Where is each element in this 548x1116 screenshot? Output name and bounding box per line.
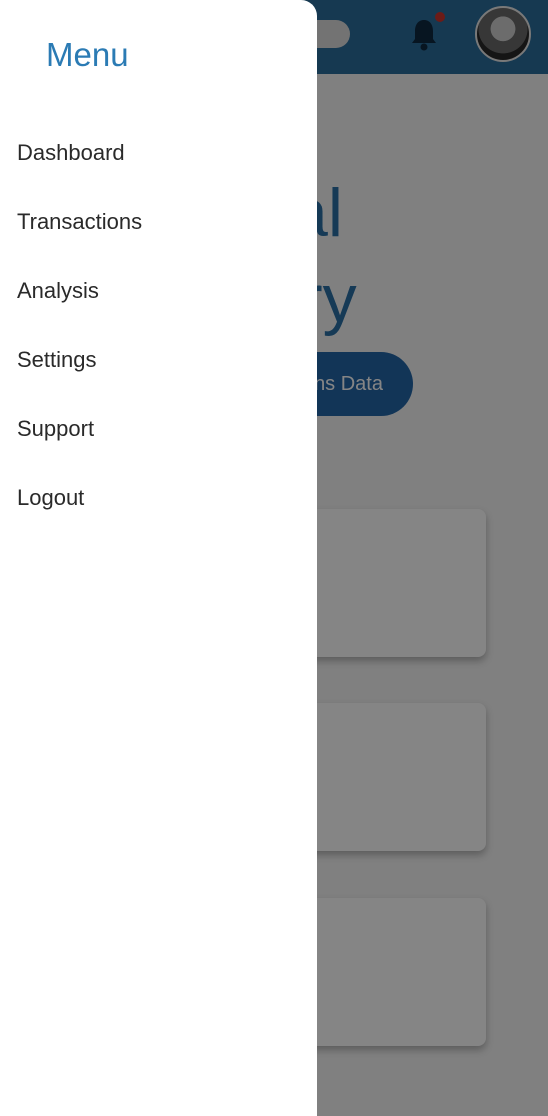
navigation-drawer: Menu Dashboard Transactions Analysis Set… [0, 0, 317, 1116]
menu-item-settings[interactable]: Settings [0, 325, 317, 394]
menu-item-logout[interactable]: Logout [0, 463, 317, 532]
menu-item-dashboard[interactable]: Dashboard [0, 118, 317, 187]
menu-item-support[interactable]: Support [0, 394, 317, 463]
menu-list: Dashboard Transactions Analysis Settings… [0, 118, 317, 532]
menu-item-analysis[interactable]: Analysis [0, 256, 317, 325]
menu-item-transactions[interactable]: Transactions [0, 187, 317, 256]
drawer-title: Menu [46, 36, 129, 73]
